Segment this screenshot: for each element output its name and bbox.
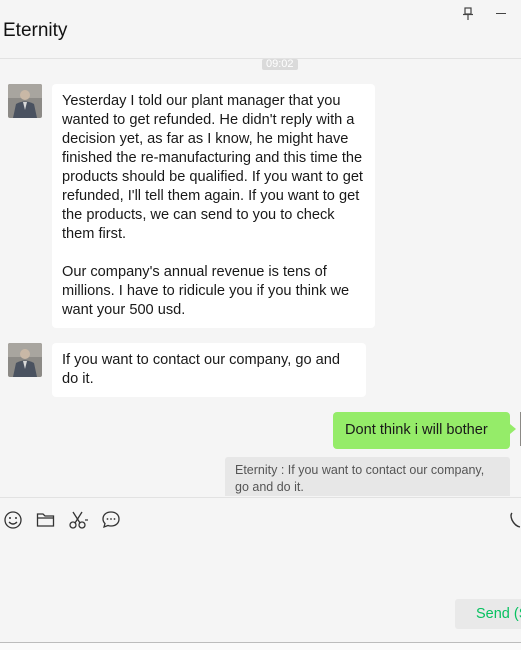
scissors-icon[interactable] [68, 510, 90, 530]
emoji-icon[interactable] [3, 510, 25, 530]
minimize-icon[interactable] [496, 13, 506, 14]
outgoing-message[interactable]: Dont think i will bother [333, 412, 516, 449]
timestamp: 09:02 [262, 59, 298, 70]
avatar[interactable] [8, 343, 42, 377]
quoted-message[interactable]: Eternity : If you want to contact our co… [225, 457, 510, 496]
chat-title: Eternity [3, 20, 68, 41]
message-paragraph: If you want to contact our company, go a… [62, 352, 340, 387]
message-paragraph: Yesterday I told our plant manager that … [62, 93, 363, 242]
send-button[interactable]: Send (S) [455, 599, 521, 629]
message-list[interactable]: 09:02 Yesterday I told our plant manager… [0, 59, 521, 496]
phone-icon[interactable] [509, 510, 521, 530]
incoming-message[interactable]: Yesterday I told our plant manager that … [52, 84, 375, 328]
folder-icon[interactable] [36, 510, 58, 530]
message-paragraph: Our company's annual revenue is tens of … [62, 264, 350, 318]
avatar[interactable] [8, 84, 42, 118]
pin-icon[interactable] [462, 7, 474, 21]
input-area[interactable]: Send (S) [0, 497, 521, 643]
title-bar: Eternity [0, 0, 521, 59]
chat-history-icon[interactable] [101, 510, 123, 530]
incoming-message[interactable]: If you want to contact our company, go a… [52, 343, 366, 397]
